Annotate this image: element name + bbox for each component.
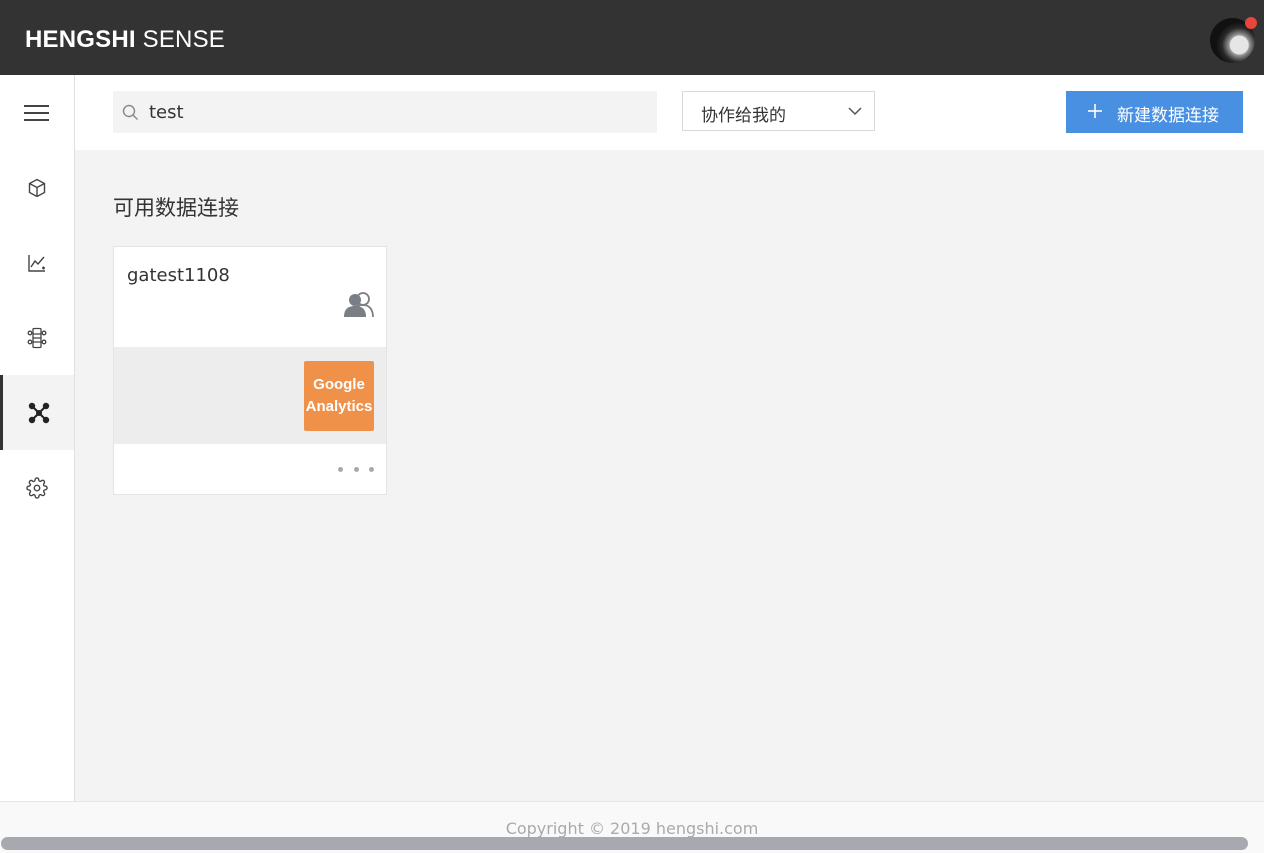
- filter-selected-label: 协作给我的: [701, 106, 786, 126]
- search-box: [113, 91, 657, 133]
- chart-icon: [28, 254, 45, 272]
- sidebar-item-connections[interactable]: [0, 375, 74, 450]
- more-dot-icon: [369, 466, 374, 472]
- dataflow-icon: [27, 327, 47, 348]
- horizontal-scrollbar[interactable]: [1, 837, 1248, 850]
- sidebar-item-datasets[interactable]: [0, 150, 74, 225]
- toolbar: 协作给我的 新建数据连接: [75, 75, 1264, 150]
- shared-users-icon: [344, 292, 374, 318]
- search-input[interactable]: [149, 91, 649, 133]
- top-bar: HENGSHI SENSE: [0, 0, 1264, 75]
- more-dot-icon: [353, 466, 359, 472]
- sidebar: [0, 75, 75, 801]
- logo-line-2: Analytics: [305, 398, 373, 415]
- menu-icon: [24, 104, 49, 121]
- search-icon: [122, 104, 138, 120]
- chevron-down-icon: [848, 107, 862, 116]
- logo-line-1: Google: [313, 376, 365, 393]
- connection-name: gatest1108: [127, 265, 230, 286]
- plus-icon: [1088, 104, 1102, 118]
- google-analytics-logo: Google Analytics: [304, 361, 374, 431]
- brand-logo[interactable]: HENGSHI SENSE: [25, 26, 225, 54]
- sidebar-item-dashboards[interactable]: [0, 225, 74, 300]
- sidebar-item-dataflow[interactable]: [0, 300, 74, 375]
- gear-icon: [26, 476, 48, 499]
- more-dot-icon: [338, 466, 343, 472]
- connection-card[interactable]: gatest1108 Google Analytics: [113, 246, 387, 495]
- sidebar-item-settings[interactable]: [0, 450, 74, 525]
- new-connection-button[interactable]: 新建数据连接: [1066, 91, 1243, 133]
- brand-bold: HENGSHI: [25, 26, 136, 53]
- card-logo-band: Google Analytics: [114, 347, 386, 444]
- cube-icon: [28, 178, 46, 197]
- section-title: 可用数据连接: [113, 196, 239, 220]
- connection-icon: [28, 402, 49, 423]
- brand-light: SENSE: [142, 26, 225, 53]
- copyright-text: Copyright © 2019 hengshi.com: [505, 819, 759, 838]
- sidebar-item-menu[interactable]: [0, 75, 74, 150]
- notification-dot: [1245, 17, 1257, 29]
- more-options-button[interactable]: [338, 461, 374, 477]
- new-connection-label: 新建数据连接: [1117, 106, 1219, 125]
- filter-select[interactable]: 协作给我的: [682, 91, 875, 131]
